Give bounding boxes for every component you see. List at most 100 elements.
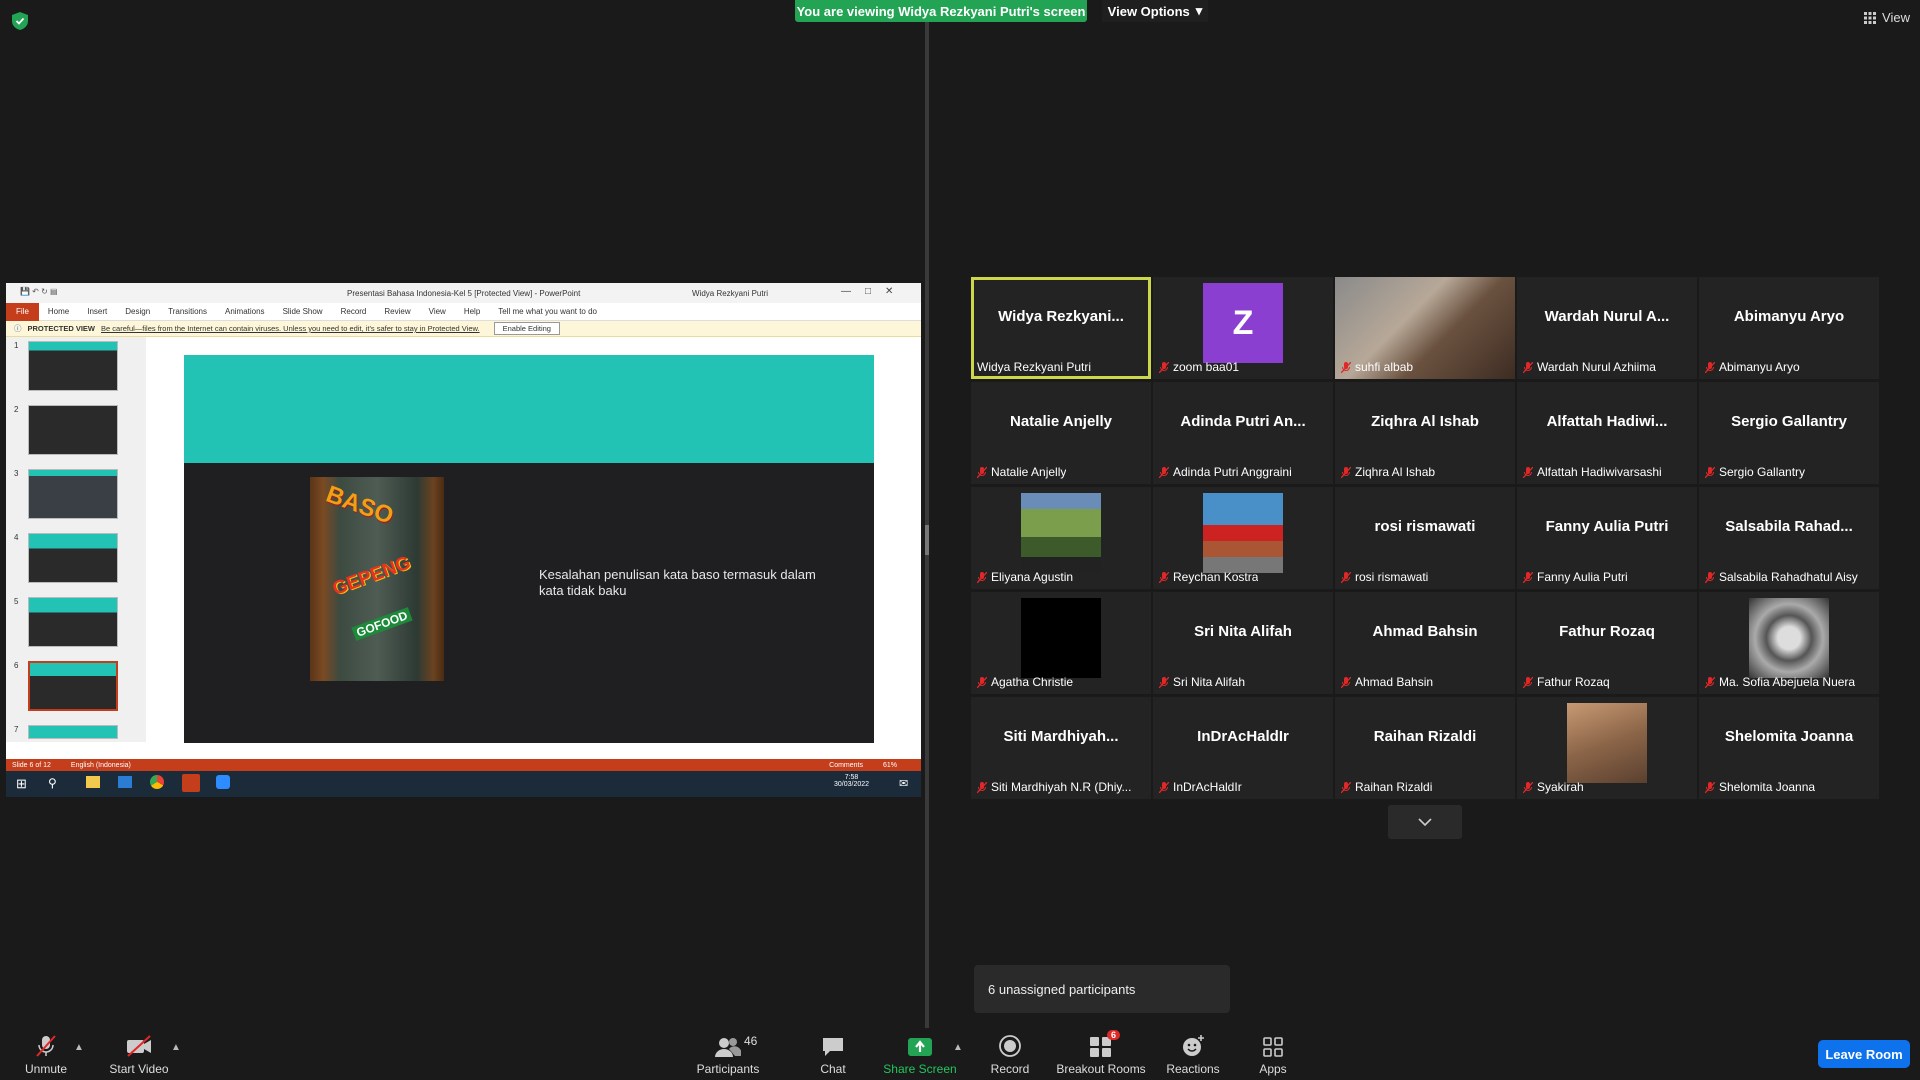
- windows-start-icon[interactable]: ⊞: [16, 776, 27, 792]
- ribbon-tab-file[interactable]: File: [6, 302, 39, 321]
- tell-me-search[interactable]: Tell me what you want to do: [489, 307, 606, 316]
- participant-tile[interactable]: Reychan Kostra: [1153, 487, 1333, 589]
- slide-thumbnail[interactable]: [28, 725, 118, 739]
- participant-tile[interactable]: Syakirah: [1517, 697, 1697, 799]
- ribbon-tab-design[interactable]: Design: [116, 307, 159, 316]
- participant-tile[interactable]: Sergio Gallantry Sergio Gallantry: [1699, 382, 1879, 484]
- participant-name-text: Syakirah: [1537, 780, 1584, 794]
- mail-icon[interactable]: [118, 776, 132, 788]
- participant-tile[interactable]: Ma. Sofia Abejuela Nuera: [1699, 592, 1879, 694]
- participant-display-name: Siti Mardhiyah...: [1003, 728, 1119, 745]
- participant-tile[interactable]: Agatha Christie: [971, 592, 1151, 694]
- record-button[interactable]: Record: [985, 1028, 1035, 1080]
- audio-options-caret[interactable]: ▲: [74, 1042, 84, 1053]
- participant-tile[interactable]: Widya Rezkyani... Widya Rezkyani Putri: [971, 277, 1151, 379]
- view-options-button[interactable]: View Options ▾: [1102, 0, 1208, 22]
- apps-button[interactable]: Apps: [1253, 1028, 1293, 1080]
- participant-name-text: suhfi albab: [1355, 360, 1414, 374]
- thumb-number: 3: [14, 469, 19, 478]
- participant-tile[interactable]: InDrAcHaldIr InDrAcHaldIr: [1153, 697, 1333, 799]
- participant-tile[interactable]: suhfi albab: [1335, 277, 1515, 379]
- slide-thumbnail[interactable]: [28, 597, 118, 647]
- participant-tile[interactable]: Raihan Rizaldi Raihan Rizaldi: [1335, 697, 1515, 799]
- notification-icon[interactable]: ✉: [899, 777, 908, 790]
- participant-name-text: Widya Rezkyani Putri: [977, 360, 1092, 374]
- ppt-quick-access-icons: 💾 ↶ ↻ ▤: [20, 287, 58, 296]
- participant-display-name: Widya Rezkyani...: [998, 308, 1124, 325]
- ribbon-tab-transitions[interactable]: Transitions: [159, 307, 216, 316]
- ribbon-tab-slide-show[interactable]: Slide Show: [274, 307, 332, 316]
- current-slide: BASO GEPENG GOFOOD Kesalahan penulisan k…: [184, 355, 874, 743]
- muted-microphone-icon: [1523, 361, 1533, 373]
- unassigned-participants-tooltip[interactable]: 6 unassigned participants: [974, 965, 1230, 1013]
- powerpoint-icon[interactable]: [182, 774, 200, 792]
- reactions-button[interactable]: Reactions: [1163, 1028, 1223, 1080]
- participant-tile[interactable]: Ahmad Bahsin Ahmad Bahsin: [1335, 592, 1515, 694]
- participant-tile[interactable]: rosi rismawati rosi rismawati: [1335, 487, 1515, 589]
- view-button[interactable]: View: [1864, 10, 1910, 25]
- chat-label: Chat: [820, 1062, 846, 1076]
- share-screen-button[interactable]: Share Screen: [882, 1028, 958, 1080]
- divider-handle[interactable]: [925, 525, 929, 555]
- participant-tile[interactable]: Adinda Putri An... Adinda Putri Anggraini: [1153, 382, 1333, 484]
- participant-tile[interactable]: Eliyana Agustin: [971, 487, 1151, 589]
- participant-tile[interactable]: Natalie Anjelly Natalie Anjelly: [971, 382, 1151, 484]
- participant-name-text: zoom baa01: [1173, 360, 1240, 374]
- leave-room-button[interactable]: Leave Room: [1818, 1040, 1910, 1068]
- participant-display-name: Sergio Gallantry: [1731, 413, 1847, 430]
- window-controls-icon[interactable]: —□✕: [841, 286, 907, 297]
- gallery-scroll-down-button[interactable]: [1388, 805, 1462, 839]
- ribbon-tab-view[interactable]: View: [420, 307, 455, 316]
- slide-thumbnail[interactable]: [28, 533, 118, 583]
- comments-button[interactable]: Comments: [829, 762, 863, 769]
- enable-editing-button[interactable]: Enable Editing: [493, 322, 560, 335]
- participant-tile[interactable]: Wardah Nurul A... Wardah Nurul Azhiima: [1517, 277, 1697, 379]
- muted-microphone-icon: [1159, 781, 1169, 793]
- participant-tile[interactable]: Salsabila Rahad... Salsabila Rahadhatul A…: [1699, 487, 1879, 589]
- chrome-icon[interactable]: [150, 775, 164, 789]
- ribbon-tab-review[interactable]: Review: [375, 307, 419, 316]
- participant-tile[interactable]: Alfattah Hadiwi... Alfattah Hadiwivarsash…: [1517, 382, 1697, 484]
- ribbon-tab-record[interactable]: Record: [332, 307, 376, 316]
- record-icon: [999, 1035, 1021, 1057]
- participant-avatar: Z: [1203, 283, 1283, 363]
- participant-tile[interactable]: Siti Mardhiyah... Siti Mardhiyah N.R (Dhi…: [971, 697, 1151, 799]
- chat-button[interactable]: Chat: [808, 1028, 858, 1080]
- participant-name-label: Ahmad Bahsin: [1341, 675, 1433, 689]
- participant-tile[interactable]: Ziqhra Al Ishab Ziqhra Al Ishab: [1335, 382, 1515, 484]
- participant-tile[interactable]: Shelomita Joanna Shelomita Joanna: [1699, 697, 1879, 799]
- participant-display-name: Fathur Rozaq: [1559, 623, 1655, 640]
- slide-thumbnail[interactable]: [28, 405, 118, 455]
- file-explorer-icon[interactable]: [86, 776, 100, 788]
- participant-name-label: Agatha Christie: [977, 675, 1073, 689]
- slide-thumbnail[interactable]: [28, 341, 118, 391]
- participant-tile[interactable]: Zzoom baa01: [1153, 277, 1333, 379]
- slide-thumbnail-selected[interactable]: [28, 661, 118, 711]
- start-video-button[interactable]: Start Video: [104, 1028, 174, 1080]
- zoom-level[interactable]: 61%: [883, 762, 897, 769]
- slide-thumbnail[interactable]: [28, 469, 118, 519]
- ribbon-tab-help[interactable]: Help: [455, 307, 489, 316]
- muted-microphone-icon: [1705, 466, 1715, 478]
- muted-microphone-icon: [1341, 571, 1351, 583]
- breakout-rooms-button[interactable]: Breakout Rooms 6: [1055, 1028, 1147, 1080]
- participant-tile[interactable]: Abimanyu Aryo Abimanyu Aryo: [1699, 277, 1879, 379]
- ribbon-tab-animations[interactable]: Animations: [216, 307, 274, 316]
- participants-button[interactable]: Participants 46: [692, 1028, 764, 1080]
- participant-display-name: Natalie Anjelly: [1010, 413, 1112, 430]
- share-options-caret[interactable]: ▲: [953, 1042, 963, 1053]
- participant-name-text: Salsabila Rahadhatul Aisy: [1719, 570, 1858, 584]
- unmute-button[interactable]: Unmute: [18, 1028, 74, 1080]
- ribbon-tab-insert[interactable]: Insert: [78, 307, 116, 316]
- participant-name-label: Wardah Nurul Azhiima: [1523, 360, 1656, 374]
- participant-tile[interactable]: Sri Nita Alifah Sri Nita Alifah: [1153, 592, 1333, 694]
- zoom-app-icon[interactable]: [216, 775, 230, 789]
- photo-text-baso: BASO: [322, 480, 397, 530]
- video-options-caret[interactable]: ▲: [171, 1042, 181, 1053]
- participant-tile[interactable]: Fathur Rozaq Fathur Rozaq: [1517, 592, 1697, 694]
- participant-tile[interactable]: Fanny Aulia Putri Fanny Aulia Putri: [1517, 487, 1697, 589]
- search-icon[interactable]: ⚲: [48, 776, 57, 790]
- security-shield-icon[interactable]: [12, 12, 28, 30]
- ribbon-tab-home[interactable]: Home: [39, 307, 78, 316]
- participant-name-text: Fathur Rozaq: [1537, 675, 1610, 689]
